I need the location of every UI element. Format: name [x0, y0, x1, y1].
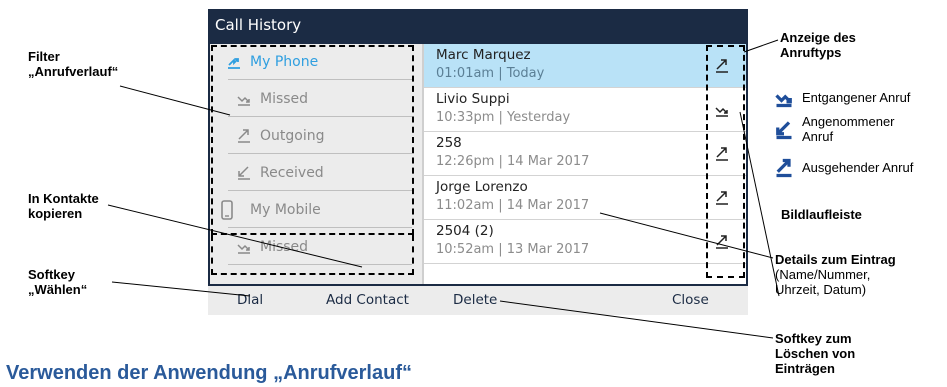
- scrollbar-callout: Bildlaufleiste: [781, 207, 862, 222]
- dial-callout: Softkey „Wählen“: [28, 267, 87, 297]
- filter-callout: Filter „Anrufverlauf“: [28, 49, 118, 79]
- callout-text: Softkey zum: [775, 331, 852, 346]
- callout-text: Löschen von: [775, 346, 856, 361]
- callout-text: kopieren: [28, 206, 83, 221]
- callout-text: „Anrufverlauf“: [28, 64, 119, 79]
- callout-text: Anzeige des: [780, 30, 856, 45]
- callout-text: In Kontakte: [28, 191, 99, 206]
- legend-label: Angenommener: [802, 114, 895, 129]
- callout-text: Anruftyps: [780, 45, 842, 60]
- callout-text: Uhrzeit, Datum): [775, 282, 867, 297]
- details-callout: Details zum Eintrag (Name/Nummer, Uhrzei…: [775, 252, 896, 297]
- legend-label: Entgangener Anruf: [802, 90, 911, 105]
- callout-text: Details zum Eintrag: [775, 252, 896, 267]
- legend-label: Ausgehender Anruf: [802, 160, 914, 175]
- callout-text: Einträgen: [775, 361, 835, 376]
- outgoing-call-icon: [776, 158, 792, 178]
- delete-callout: Softkey zum Löschen von Einträgen: [775, 331, 855, 376]
- callout-text: Softkey: [28, 267, 75, 282]
- legend-label: Anruf: [802, 129, 834, 144]
- copy-contacts-callout: In Kontakte kopieren: [28, 191, 99, 221]
- callout-text: (Name/Nummer,: [775, 267, 871, 282]
- call-type-callout: Anzeige des Anruftyps: [780, 30, 856, 60]
- section-heading: Verwenden der Anwendung „Anrufverlauf“: [6, 362, 412, 384]
- received-call-icon: [776, 121, 792, 140]
- callout-text: „Wählen“: [28, 282, 88, 297]
- missed-call-icon: [775, 94, 792, 108]
- callout-text: Filter: [28, 49, 60, 64]
